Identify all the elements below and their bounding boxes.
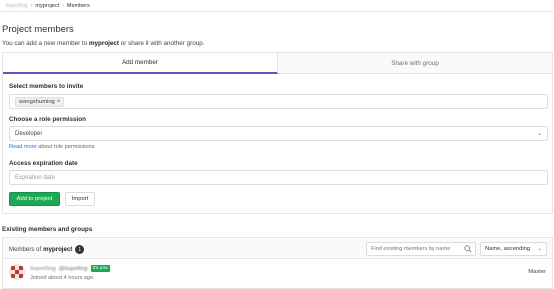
members-search-placeholder: Find existing members by name — [371, 246, 451, 252]
page-title: Project members — [2, 24, 74, 35]
its-you-badge: It's you — [90, 265, 110, 272]
members-header-label: Members of myproject 1 — [9, 245, 85, 254]
tab-add-member[interactable]: Add member — [3, 53, 278, 74]
breadcrumb-project-link[interactable]: myproject — [35, 3, 59, 9]
page-subtitle: You can add a new member to myproject or… — [2, 40, 204, 47]
expiration-placeholder: Expiration date — [15, 174, 56, 181]
read-more-link[interactable]: Read more — [9, 144, 37, 150]
subtitle-prefix: You can add a new member to — [2, 40, 89, 47]
members-header-prefix: Members of — [9, 246, 42, 253]
expiration-label: Access expiration date — [9, 160, 78, 167]
member-display-name[interactable]: liupeifing — [30, 266, 56, 272]
member-tabs: Add member Share with group — [2, 52, 553, 74]
add-member-form: Select members to invite wangshuming × C… — [2, 74, 553, 214]
select-members-label: Select members to invite — [9, 83, 84, 90]
avatar[interactable] — [9, 264, 25, 280]
chevron-down-icon: ⌄ — [536, 131, 542, 137]
existing-members-title: Existing members and groups — [2, 226, 93, 233]
member-role: Master — [528, 269, 546, 275]
role-help-text: Read more about role permissions — [9, 144, 95, 150]
chevron-down-icon: ⌄ — [537, 246, 542, 252]
read-more-text: about role permissions — [36, 144, 95, 150]
breadcrumb: liupeifing › myproject › Members — [0, 0, 554, 12]
member-handle: @liupeifing — [58, 265, 88, 272]
member-joined-text: Joined about 4 hours ago — [30, 275, 94, 281]
members-count-badge: 1 — [75, 245, 85, 254]
expiration-date-input[interactable]: Expiration date — [9, 170, 548, 185]
sort-select-value: Name, ascending — [485, 246, 531, 252]
add-to-project-button[interactable]: Add to project — [9, 192, 60, 206]
members-header-project: myproject — [43, 246, 73, 253]
subtitle-project: myproject — [88, 40, 120, 47]
tab-share-with-group[interactable]: Share with group — [278, 53, 552, 74]
members-list-header: Members of myproject 1 Find existing mem… — [2, 237, 553, 259]
remove-member-icon[interactable]: × — [57, 99, 61, 105]
breadcrumb-current: Members — [66, 2, 90, 9]
import-button[interactable]: Import — [65, 192, 95, 206]
sort-select[interactable]: Name, ascending ⌄ — [480, 242, 547, 256]
avatar-identicon — [9, 264, 25, 280]
select-members-input[interactable]: wangshuming × — [9, 94, 548, 109]
search-icon[interactable] — [464, 245, 472, 253]
member-row: liupeifing @liupeifing It's you Joined a… — [2, 259, 553, 289]
breadcrumb-separator-icon: › — [30, 2, 33, 9]
subtitle-suffix: or share it with another group. — [119, 40, 205, 47]
selected-member-name: wangshuming — [19, 98, 55, 105]
role-label: Choose a role permission — [9, 116, 86, 123]
breadcrumb-group-link[interactable]: liupeifing — [6, 3, 28, 9]
member-name: liupeifing @liupeifing It's you — [30, 265, 110, 272]
breadcrumb-separator-icon: › — [62, 2, 64, 9]
members-search-input[interactable]: Find existing members by name — [366, 242, 476, 256]
selected-member-chip: wangshuming × — [15, 96, 65, 107]
role-select-value: Developer — [15, 130, 43, 137]
role-select[interactable]: Developer ⌄ — [9, 126, 548, 141]
